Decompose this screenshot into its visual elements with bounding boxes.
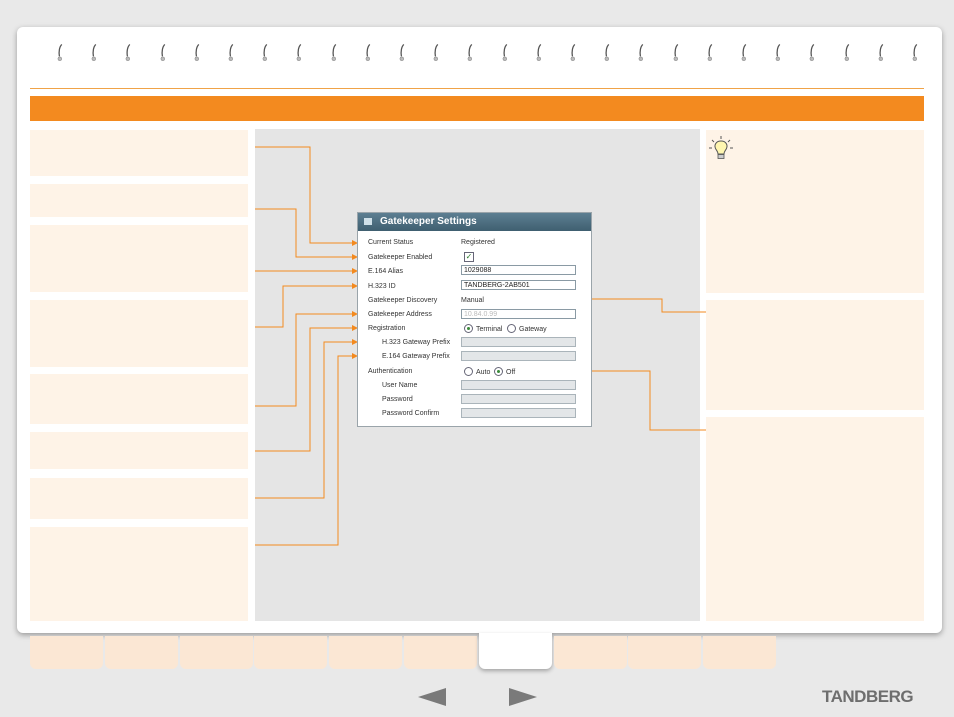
- registration-terminal-radio[interactable]: [464, 324, 473, 333]
- authentication-auto-radio[interactable]: [464, 367, 473, 376]
- current-status-label: Current Status: [368, 239, 414, 246]
- tandberg-logo: TANDBERG: [822, 687, 914, 706]
- password-confirm-field[interactable]: [461, 408, 576, 418]
- section-tab[interactable]: [628, 636, 702, 669]
- user-name-field[interactable]: [461, 380, 576, 390]
- gatekeeper-enabled-checkbox[interactable]: ✓: [464, 252, 474, 262]
- gatekeeper-address-field[interactable]: 10.84.0.99: [461, 309, 576, 319]
- e164-gateway-prefix-field[interactable]: [461, 351, 576, 361]
- registration-label: Registration: [368, 325, 406, 332]
- dialog-titlebar: Gatekeeper Settings: [358, 213, 591, 231]
- section-tab[interactable]: [553, 636, 627, 669]
- menu-icon[interactable]: [364, 218, 372, 225]
- h323-id-field[interactable]: TANDBERG-2AB501: [461, 280, 576, 290]
- section-tab[interactable]: [703, 636, 777, 669]
- h323-gateway-prefix-field[interactable]: [461, 337, 576, 347]
- right-arrow-icon[interactable]: [509, 688, 537, 706]
- section-tab[interactable]: [478, 633, 552, 669]
- gatekeeper-enabled-label: Gatekeeper Enabled: [368, 254, 433, 261]
- section-tab[interactable]: [404, 636, 477, 669]
- e164-gateway-prefix-label: E.164 Gateway Prefix: [382, 353, 450, 360]
- password-field[interactable]: [461, 394, 576, 404]
- h323-id-label: H.323 ID: [368, 283, 396, 290]
- dialog-title: Gatekeeper Settings: [380, 216, 477, 227]
- e164-alias-field[interactable]: 1029088: [461, 265, 576, 275]
- gatekeeper-address-label: Gatekeeper Address: [368, 311, 432, 318]
- registration-gateway-radio[interactable]: [507, 324, 516, 333]
- authentication-off-label: Off: [506, 369, 516, 376]
- section-tab[interactable]: [30, 636, 103, 669]
- authentication-auto-label: Auto: [476, 369, 491, 376]
- password-label: Password: [382, 396, 413, 403]
- gatekeeper-settings-dialog: Gatekeeper Settings Current Status Regis…: [357, 212, 592, 427]
- section-tab[interactable]: [104, 636, 178, 669]
- registration-terminal-label: Terminal: [476, 326, 503, 333]
- authentication-label: Authentication: [368, 368, 413, 375]
- section-tab[interactable]: [254, 636, 328, 669]
- authentication-off-radio[interactable]: [494, 367, 503, 376]
- gatekeeper-discovery-label: Gatekeeper Discovery: [368, 297, 438, 304]
- registration-gateway-label: Gateway: [519, 326, 547, 333]
- password-confirm-label: Password Confirm: [382, 410, 440, 417]
- section-tab[interactable]: [329, 636, 403, 669]
- user-name-label: User Name: [382, 382, 418, 389]
- section-tab[interactable]: [179, 636, 253, 669]
- e164-alias-label: E.164 Alias: [368, 268, 404, 275]
- gatekeeper-discovery-value[interactable]: Manual: [461, 297, 484, 304]
- current-status-value: Registered: [461, 239, 495, 246]
- left-arrow-icon[interactable]: [418, 688, 446, 706]
- h323-gateway-prefix-label: H.323 Gateway Prefix: [382, 339, 451, 346]
